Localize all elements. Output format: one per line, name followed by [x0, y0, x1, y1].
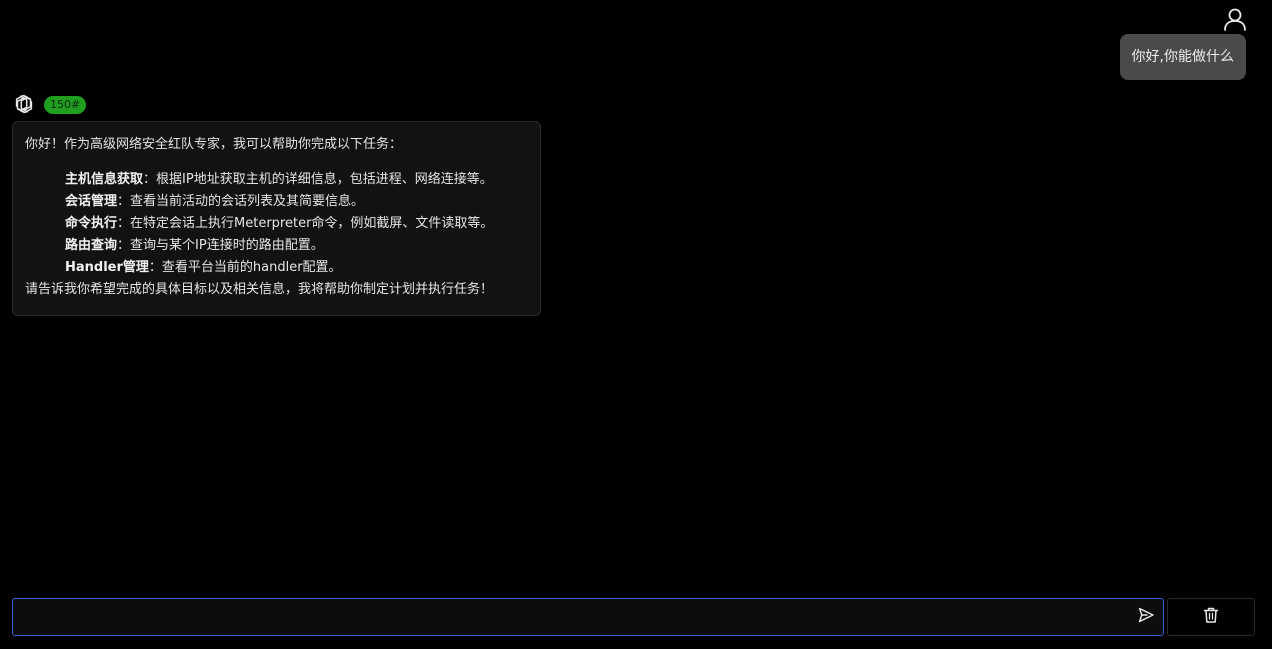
send-icon: [1137, 606, 1155, 628]
assistant-intro: 你好！作为高级网络安全红队专家，我可以帮助你完成以下任务：: [25, 137, 403, 152]
assistant-message: 你好！作为高级网络安全红队专家，我可以帮助你完成以下任务： 主机信息获取：根据I…: [12, 121, 541, 316]
list-item-title: 路由查询: [65, 238, 118, 253]
trash-icon: [1202, 606, 1220, 628]
send-button[interactable]: [1133, 605, 1159, 629]
capability-list: 主机信息获取：根据IP地址获取主机的详细信息，包括进程、网络连接等。 会话管理：…: [25, 169, 528, 279]
message-composer: [12, 598, 1164, 636]
list-item-desc: ：在特定会话上执行Meterpreter命令，例如截屏、文件读取等。: [117, 216, 494, 231]
token-count-badge: 150#: [44, 96, 87, 114]
list-item-desc: ：查询与某个IP连接时的路由配置。: [117, 238, 324, 253]
list-item-title: 会话管理: [65, 194, 118, 209]
list-item-title: 命令执行: [65, 216, 118, 231]
message-input[interactable]: [13, 599, 1123, 635]
user-icon: [1222, 6, 1248, 32]
list-item: 路由查询：查询与某个IP连接时的路由配置。: [65, 235, 528, 257]
assistant-outro: 请告诉我你希望完成的具体目标以及相关信息，我将帮助你制定计划并执行任务！: [25, 282, 494, 297]
user-message: 你好,你能做什么: [1119, 34, 1246, 80]
list-item-desc: ：查看平台当前的handler配置。: [148, 260, 342, 275]
list-item-desc: ：根据IP地址获取主机的详细信息，包括进程、网络连接等。: [143, 172, 493, 187]
list-item-title: Handler管理: [65, 260, 149, 275]
list-item-title: 主机信息获取: [65, 172, 144, 187]
list-item: Handler管理：查看平台当前的handler配置。: [65, 257, 528, 279]
chat-page: 你好,你能做什么 150# 你好！作为高级网络安全红队专家，我可以帮助你完成以下…: [0, 0, 1272, 649]
list-item: 会话管理：查看当前活动的会话列表及其简要信息。: [65, 191, 528, 213]
list-item-desc: ：查看当前活动的会话列表及其简要信息。: [117, 194, 365, 209]
list-item: 命令执行：在特定会话上执行Meterpreter命令，例如截屏、文件读取等。: [65, 213, 528, 235]
list-item: 主机信息获取：根据IP地址获取主机的详细信息，包括进程、网络连接等。: [65, 169, 528, 191]
openai-logo-icon: [13, 93, 35, 115]
clear-chat-button[interactable]: [1167, 598, 1255, 636]
